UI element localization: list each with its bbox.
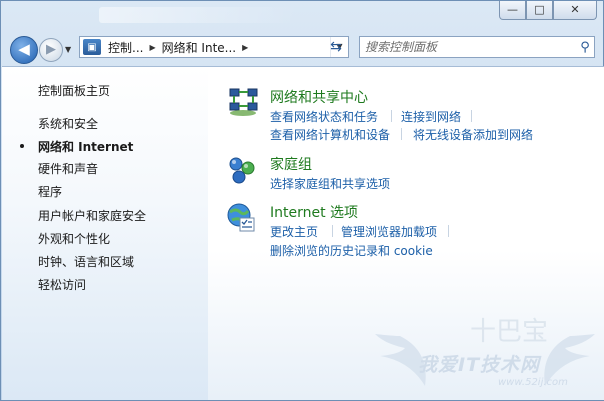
sidebar-item-user-accounts[interactable]: 用户帐户和家庭安全 — [38, 207, 146, 224]
sidebar-item-programs[interactable]: 程序 — [38, 183, 62, 200]
sidebar-item-ease-of-access[interactable]: 轻松访问 — [38, 276, 86, 293]
internet-options-icon — [227, 203, 255, 232]
sidebar-item-hardware-sound[interactable]: 硬件和声音 — [38, 160, 98, 177]
sidebar-item-appearance[interactable]: 外观和个性化 — [38, 230, 110, 247]
link-delete-browsing-history[interactable]: 删除浏览的历史记录和 cookie — [270, 242, 433, 259]
search-icon[interactable]: ⚲ — [576, 40, 594, 55]
caption-buttons: — □ ✕ — [499, 1, 597, 20]
close-button[interactable]: ✕ — [553, 1, 597, 20]
link-separator — [391, 110, 392, 122]
forward-button[interactable]: ▶ — [39, 38, 63, 62]
link-change-home-page[interactable]: 更改主页 — [270, 223, 318, 240]
sidebar-item-clock-language[interactable]: 时钟、语言和区域 — [38, 253, 134, 270]
link-separator — [401, 128, 402, 140]
breadcrumb-control-panel[interactable]: 控制... — [105, 39, 146, 56]
search-box[interactable]: ⚲ — [359, 36, 595, 58]
watermark-url: www.52ij.com — [498, 377, 568, 388]
refresh-icon[interactable]: ⇆ — [323, 37, 349, 57]
minimize-button[interactable]: — — [499, 1, 526, 20]
link-homegroup-options[interactable]: 选择家庭组和共享选项 — [270, 175, 390, 192]
address-bar[interactable]: ▣ 控制... ▶ 网络和 Inte... ▶ ▼ — [79, 36, 349, 58]
network-center-icon — [229, 88, 258, 116]
search-input[interactable] — [360, 38, 576, 56]
current-item-bullet — [20, 144, 24, 148]
sidebar-item-network-internet[interactable]: 网络和 Internet — [38, 138, 133, 155]
homegroup-icon — [229, 157, 255, 184]
breadcrumb-network-internet[interactable]: 网络和 Inte... — [159, 39, 240, 56]
link-add-wireless-device[interactable]: 将无线设备添加到网络 — [413, 126, 533, 143]
category-content: 网络和共享中心 查看网络状态和任务 连接到网络 查看网络计算机和设备 将无线设备… — [208, 66, 604, 400]
link-view-network-computers[interactable]: 查看网络计算机和设备 — [270, 126, 390, 143]
link-view-network-status[interactable]: 查看网络状态和任务 — [270, 108, 378, 125]
svg-text:十巴宝: 十巴宝 — [470, 317, 548, 347]
control-panel-icon: ▣ — [83, 39, 101, 55]
link-manage-addons[interactable]: 管理浏览器加载项 — [341, 223, 437, 240]
breadcrumb-chevron-icon[interactable]: ▶ — [239, 43, 251, 52]
title-bar-ghost — [99, 7, 299, 23]
watermark-text: 我爱IT技术网 — [418, 354, 541, 376]
link-separator — [332, 225, 333, 237]
sidebar: 控制面板主页 系统和安全 网络和 Internet 硬件和声音 程序 用户帐户和… — [2, 66, 208, 400]
category-title-homegroup[interactable]: 家庭组 — [270, 154, 312, 174]
maximize-button[interactable]: □ — [526, 1, 553, 20]
navigation-toolbar: ◀ ▶ ▼ ▣ 控制... ▶ 网络和 Inte... ▶ ▼ ⇆ ⚲ — [1, 29, 604, 65]
category-title-internet-options[interactable]: Internet 选项 — [270, 202, 358, 222]
recent-pages-dropdown-icon[interactable]: ▼ — [65, 45, 71, 54]
link-separator — [471, 110, 472, 122]
breadcrumb-chevron-icon[interactable]: ▶ — [146, 43, 158, 52]
link-connect-to-network[interactable]: 连接到网络 — [401, 108, 461, 125]
sidebar-item-system-security[interactable]: 系统和安全 — [38, 115, 98, 132]
watermark: 十巴宝 我爱IT技术网 www.52ij.com — [370, 306, 600, 396]
sidebar-item-home[interactable]: 控制面板主页 — [38, 82, 110, 99]
control-panel-window: — □ ✕ ◀ ▶ ▼ ▣ 控制... ▶ 网络和 Inte... ▶ ▼ ⇆ … — [0, 0, 604, 401]
back-button[interactable]: ◀ — [10, 36, 38, 64]
category-title-network-center[interactable]: 网络和共享中心 — [270, 87, 368, 107]
link-separator — [448, 225, 449, 237]
